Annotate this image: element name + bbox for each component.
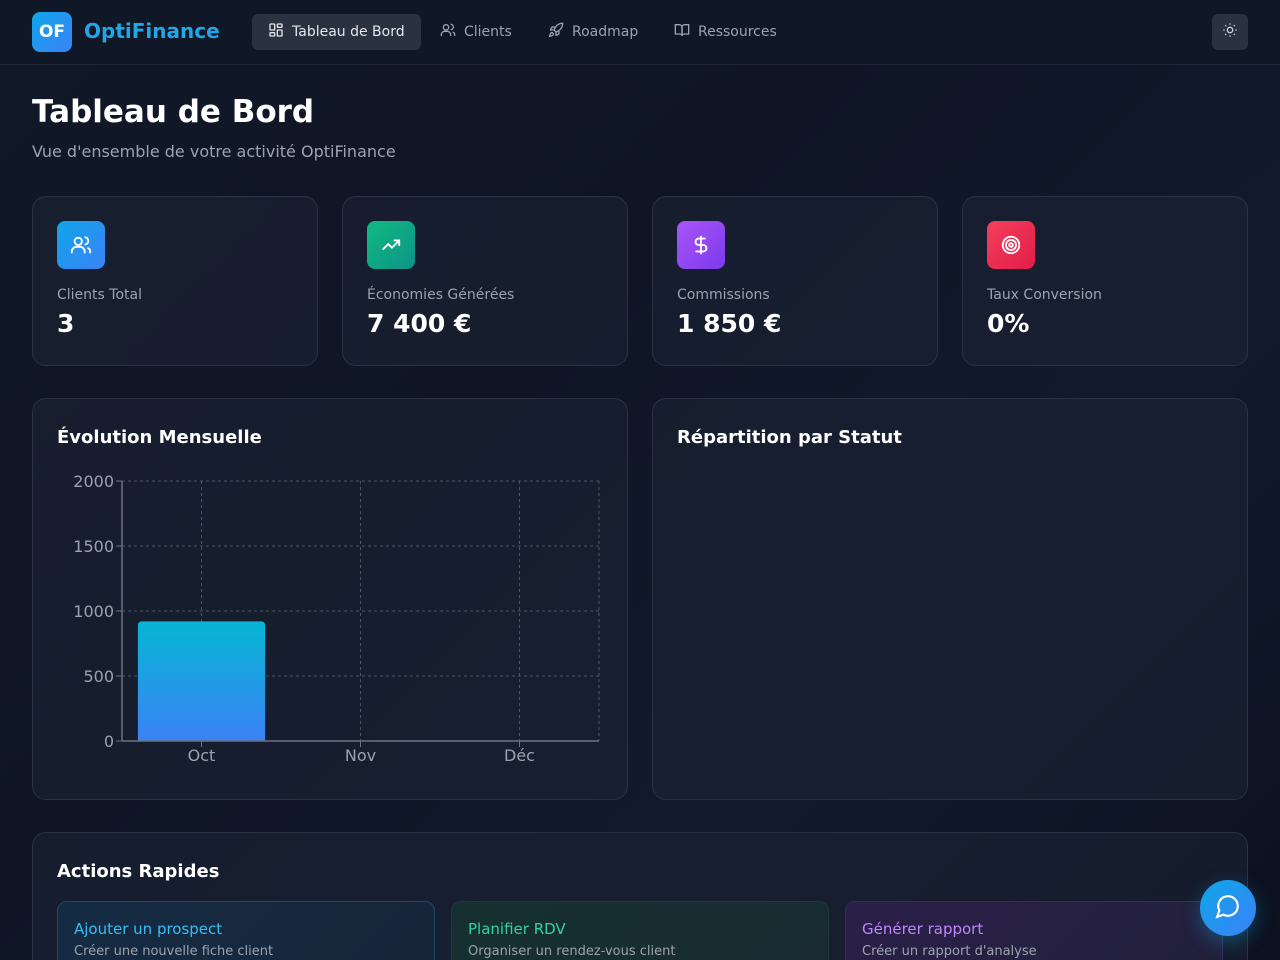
nav-item-label: Tableau de Bord: [292, 24, 405, 40]
stat-value: 0%: [987, 309, 1030, 338]
action-desc: Créer une nouvelle fiche client: [74, 944, 274, 959]
y-tick-label: 1500: [73, 537, 114, 556]
chart-bar: [137, 621, 266, 741]
action-title: Planifier RDV: [468, 920, 566, 938]
generate-report-button[interactable]: Générer rapport Créer un rapport d'analy…: [845, 901, 1223, 960]
y-tick-label: 500: [83, 667, 114, 686]
stat-card-clients: Clients Total 3: [32, 196, 318, 366]
monthly-bar-chart: 0 500 1000 1500 2000 Oct Nov Déc: [73, 472, 600, 765]
chat-icon: [1215, 893, 1241, 923]
y-tick-label: 1000: [73, 602, 114, 621]
stat-label: Commissions: [677, 287, 770, 303]
nav-item-label: Roadmap: [572, 24, 639, 40]
action-desc: Créer un rapport d'analyse: [862, 944, 1037, 959]
nav-item-clients[interactable]: Clients: [424, 14, 528, 50]
nav-item-tableau-de-bord[interactable]: Tableau de Bord: [252, 14, 421, 50]
dashboard-icon: [268, 22, 284, 42]
book-icon: [674, 22, 690, 42]
chart-title: Répartition par Statut: [677, 427, 902, 448]
users-icon: [57, 221, 105, 269]
stat-value: 3: [57, 309, 75, 338]
nav-item-label: Ressources: [698, 24, 777, 40]
status-chart-card: Répartition par Statut: [652, 398, 1248, 800]
x-tick-label: Nov: [345, 746, 376, 765]
stat-card-economies: Économies Générées 7 400 €: [342, 196, 628, 366]
sun-icon: [1222, 22, 1238, 42]
page-title: Tableau de Bord: [32, 94, 315, 130]
stat-value: 1 850 €: [677, 309, 782, 338]
x-tick-label: Déc: [504, 746, 535, 765]
top-navbar: OF OptiFinance Tableau de Bord Clients R…: [0, 0, 1280, 65]
section-title: Actions Rapides: [57, 861, 220, 882]
stat-card-commissions: Commissions 1 850 €: [652, 196, 938, 366]
stat-label: Économies Générées: [367, 287, 515, 303]
y-tick-label: 0: [104, 732, 114, 751]
trending-up-icon: [367, 221, 415, 269]
stat-value: 7 400 €: [367, 309, 472, 338]
rocket-icon: [548, 22, 564, 42]
target-icon: [987, 221, 1035, 269]
logo[interactable]: OF: [32, 12, 72, 52]
dollar-icon: [677, 221, 725, 269]
action-title: Générer rapport: [862, 920, 984, 938]
monthly-chart-card: Évolution Mensuelle 0 500 1000 1500 2000 Oct N…: [32, 398, 628, 800]
theme-toggle-button[interactable]: [1212, 14, 1248, 50]
stat-label: Taux Conversion: [987, 287, 1102, 303]
brand-name[interactable]: OptiFinance: [84, 19, 220, 43]
action-desc: Organiser un rendez-vous client: [468, 944, 676, 959]
nav-item-ressources[interactable]: Ressources: [658, 14, 793, 50]
quick-actions-card: Actions Rapides Ajouter un prospect Crée…: [32, 832, 1248, 960]
stat-label: Clients Total: [57, 287, 142, 303]
page-subtitle: Vue d'ensemble de votre activité OptiFin…: [32, 142, 396, 161]
users-icon: [440, 22, 456, 42]
add-prospect-button[interactable]: Ajouter un prospect Créer une nouvelle f…: [57, 901, 435, 960]
action-title: Ajouter un prospect: [74, 920, 223, 938]
nav-item-label: Clients: [464, 24, 512, 40]
y-tick-label: 2000: [73, 472, 114, 491]
chat-button[interactable]: [1200, 880, 1256, 936]
x-tick-label: Oct: [188, 746, 216, 765]
stat-card-conversion: Taux Conversion 0%: [962, 196, 1248, 366]
nav-item-roadmap[interactable]: Roadmap: [532, 14, 654, 50]
schedule-meeting-button[interactable]: Planifier RDV Organiser un rendez-vous c…: [451, 901, 829, 960]
